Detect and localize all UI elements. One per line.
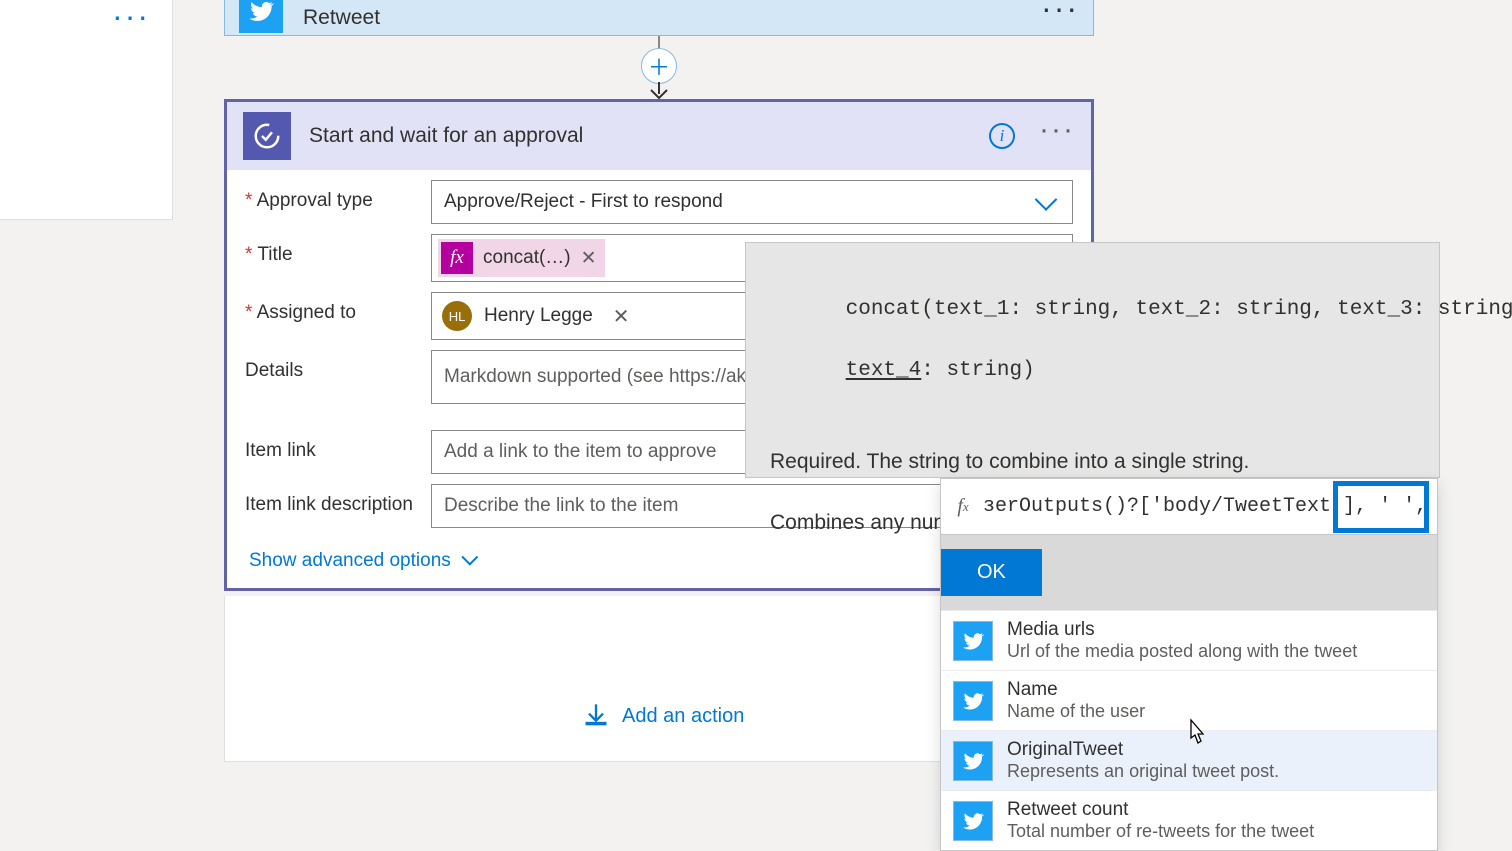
list-item[interactable]: Media urlsUrl of the media posted along … [941,610,1437,670]
expression-tooltip: concat(text_1: string, text_2: string, t… [745,242,1440,478]
approval-type-label: Approval type [245,180,431,212]
left-partial-card: ··· [0,0,173,220]
add-step-button[interactable]: ＋ [641,48,677,84]
details-label: Details [245,350,431,382]
add-action-label: Add an action [622,705,744,728]
twitter-icon [953,681,993,721]
item-link-desc-placeholder: Describe the link to the item [444,495,678,517]
fx-icon: fx [441,242,473,274]
item-link-placeholder: Add a link to the item to approve [444,441,717,463]
list-item[interactable]: OriginalTweetRepresents an original twee… [941,730,1437,790]
approval-title: Start and wait for an approval [309,124,989,148]
avatar: HL [442,301,472,331]
expression-ok-row: OK [941,535,1437,610]
approval-more-icon[interactable]: ··· [1039,113,1075,147]
twitter-icon [953,801,993,841]
item-link-desc-label: Item link description [245,484,431,516]
add-action-icon [582,702,610,730]
title-label: Title [245,234,431,266]
approval-type-select[interactable]: Approve/Reject - First to respond [431,180,1073,224]
ok-button[interactable]: OK [941,549,1042,596]
expression-panel: fx OK Media urlsUrl of the media posted … [940,478,1438,851]
assigned-label: Assigned to [245,292,431,324]
concat-expression-token[interactable]: fx concat(…) ✕ [438,239,605,277]
details-placeholder: Markdown supported (see https://aka. [444,366,762,388]
retweet-title: Retweet [303,6,1041,30]
sig-pre: concat(text_1: string, text_2: string, t… [846,298,1512,321]
twitter-icon [239,0,283,33]
expression-input-row: fx [941,479,1437,535]
sig-current: text_4 [846,359,922,382]
twitter-icon [953,741,993,781]
person-name: Henry Legge [484,305,593,327]
approval-icon [243,112,291,160]
person-token[interactable]: HL Henry Legge ✕ [438,299,634,333]
remove-person-icon[interactable]: ✕ [613,304,630,329]
token-label: concat(…) [483,247,571,269]
approval-header[interactable]: Start and wait for an approval i ··· [227,102,1091,170]
hint-required: Required. The string to combine into a s… [770,447,1415,477]
list-item[interactable]: NameName of the user [941,670,1437,730]
item-link-label: Item link [245,430,431,462]
list-item[interactable]: Retweet countTotal number of re-tweets f… [941,790,1437,850]
retweet-more-icon[interactable]: ··· [1041,0,1079,27]
twitter-icon [953,621,993,661]
approval-type-value: Approve/Reject - First to respond [444,191,723,213]
more-icon[interactable]: ··· [112,0,150,35]
add-action-button[interactable]: Add an action [582,702,744,730]
info-icon[interactable]: i [989,123,1015,149]
sig-post: : string) [921,359,1034,382]
fx-icon: fx [949,493,977,521]
dynamic-content-list: Media urlsUrl of the media posted along … [941,610,1437,850]
retweet-action-card[interactable]: Retweet ··· [224,0,1094,36]
remove-token-icon[interactable]: ✕ [581,247,597,270]
expression-input[interactable] [977,495,1433,518]
